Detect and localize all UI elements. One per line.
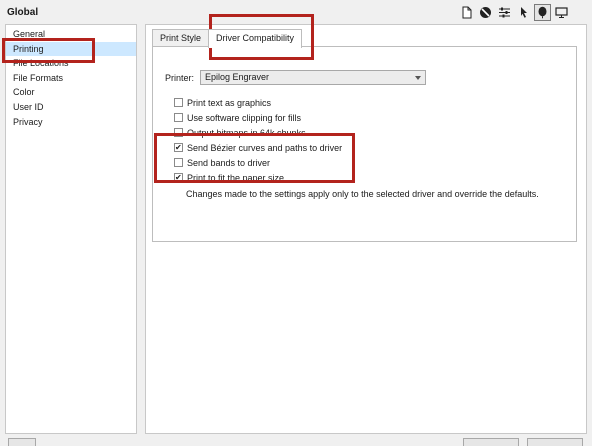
- option-bitmaps-64k[interactable]: Output bitmaps in 64k chunks: [174, 125, 342, 140]
- checkbox[interactable]: [174, 158, 183, 167]
- tab-strip: Print Style Driver Compatibility: [152, 29, 303, 48]
- sidebar-item-label: Color: [13, 87, 35, 98]
- driver-note: Changes made to the settings apply only …: [186, 189, 539, 199]
- balloon-icon[interactable]: [534, 4, 551, 21]
- sidebar-item-file-formats[interactable]: File Formats: [6, 71, 136, 86]
- checkbox-checked[interactable]: [174, 173, 183, 182]
- sidebar-item-label: User ID: [13, 101, 44, 112]
- option-send-bands[interactable]: Send bands to driver: [174, 155, 342, 170]
- checkbox[interactable]: [174, 128, 183, 137]
- sidebar-item-label: Printing: [13, 43, 44, 54]
- option-software-clipping[interactable]: Use software clipping for fills: [174, 110, 342, 125]
- option-send-bezier[interactable]: Send Bézier curves and paths to driver: [174, 140, 342, 155]
- option-fit-paper[interactable]: Print to fit the paper size: [174, 170, 342, 185]
- option-label: Output bitmaps in 64k chunks: [187, 127, 306, 138]
- option-label: Send bands to driver: [187, 157, 271, 168]
- option-print-text-as-graphics[interactable]: Print text as graphics: [174, 95, 342, 110]
- checkbox[interactable]: [174, 98, 183, 107]
- sidebar-item-privacy[interactable]: Privacy: [6, 115, 136, 130]
- option-label: Use software clipping for fills: [187, 112, 302, 123]
- printer-label: Printer:: [165, 72, 195, 83]
- printer-select[interactable]: Epilog Engraver: [200, 70, 426, 85]
- ok-button-edge[interactable]: [463, 438, 519, 446]
- chevron-down-icon: [415, 76, 421, 80]
- half-circle-icon[interactable]: [477, 4, 494, 21]
- sidebar-item-color[interactable]: Color: [6, 85, 136, 100]
- window-title: Global: [7, 7, 39, 18]
- tab-print-style[interactable]: Print Style: [152, 29, 210, 47]
- monitor-icon[interactable]: [553, 4, 570, 21]
- sidebar-item-label: File Formats: [13, 72, 64, 83]
- sliders-icon[interactable]: [496, 4, 513, 21]
- category-tree: General Printing File Locations File For…: [5, 24, 137, 434]
- sidebar-item-file-locations[interactable]: File Locations: [6, 56, 136, 71]
- sidebar-item-general[interactable]: General: [6, 27, 136, 42]
- checkbox-checked[interactable]: [174, 143, 183, 152]
- cancel-button-edge[interactable]: [527, 438, 583, 446]
- option-label: Print text as graphics: [187, 97, 272, 108]
- settings-panel: Print Style Driver Compatibility Printer…: [145, 24, 587, 434]
- sidebar-item-label: Privacy: [13, 116, 43, 127]
- checkbox[interactable]: [174, 113, 183, 122]
- pointer-icon[interactable]: [515, 4, 532, 21]
- help-button-edge[interactable]: [8, 438, 36, 446]
- toolbar: [458, 4, 570, 22]
- document-icon[interactable]: [458, 4, 475, 21]
- tab-driver-compatibility[interactable]: Driver Compatibility: [208, 29, 303, 48]
- printer-value: Epilog Engraver: [205, 72, 270, 82]
- driver-options: Print text as graphics Use software clip…: [174, 95, 342, 185]
- option-label: Print to fit the paper size: [187, 172, 285, 183]
- sidebar-item-label: File Locations: [13, 58, 69, 69]
- sidebar-item-printing[interactable]: Printing: [6, 41, 136, 57]
- sidebar-item-label: General: [13, 29, 46, 39]
- printer-row: Printer: Epilog Engraver: [165, 70, 426, 85]
- option-label: Send Bézier curves and paths to driver: [187, 142, 343, 153]
- sidebar-item-user-id[interactable]: User ID: [6, 100, 136, 115]
